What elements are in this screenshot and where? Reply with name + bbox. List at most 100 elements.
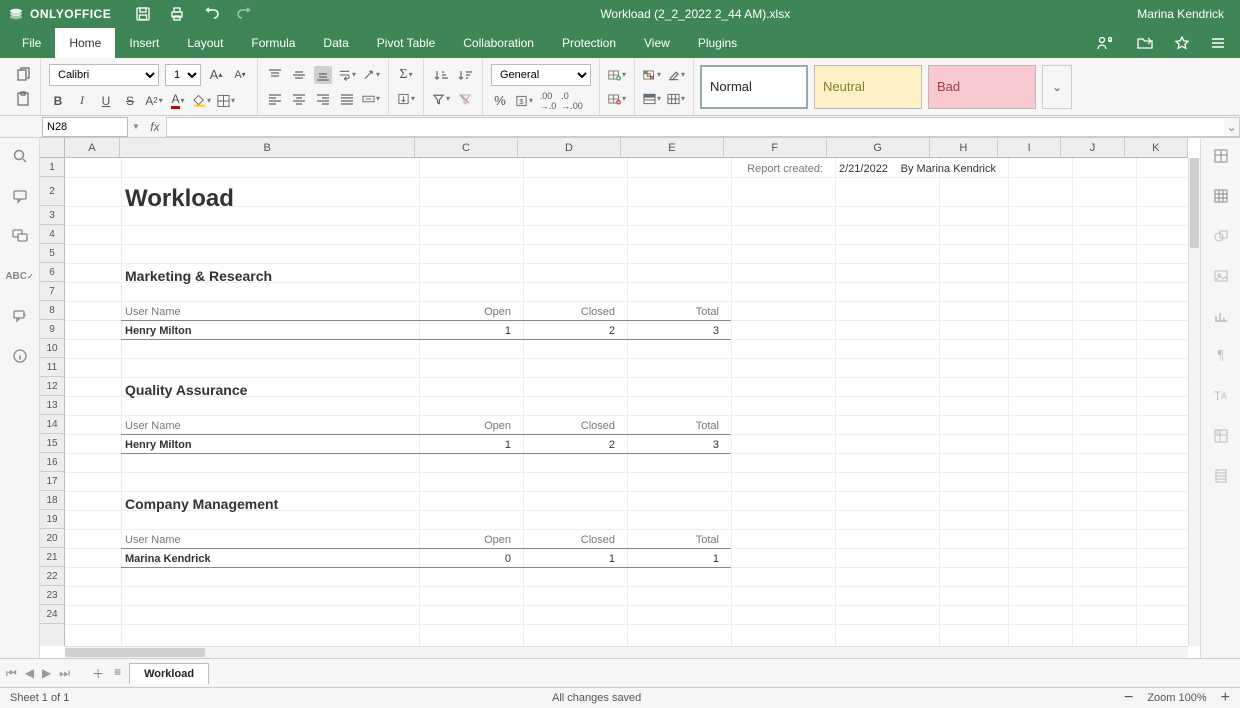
- align-left-icon[interactable]: [266, 90, 284, 108]
- row-header-10[interactable]: 10: [40, 339, 64, 358]
- merge-icon[interactable]: [362, 90, 380, 108]
- last-sheet-icon[interactable]: ⏭: [59, 666, 70, 681]
- menu-tab-data[interactable]: Data: [309, 28, 362, 58]
- style-neutral[interactable]: Neutral: [814, 65, 922, 109]
- increase-decimal-icon[interactable]: .0→.00: [563, 92, 581, 110]
- percent-icon[interactable]: %: [491, 92, 509, 110]
- spellcheck-icon[interactable]: ABC✓: [10, 266, 30, 286]
- filter-icon[interactable]: [432, 90, 450, 108]
- underline-icon[interactable]: U: [97, 92, 115, 110]
- wrap-text-icon[interactable]: [338, 66, 356, 84]
- chart-settings-icon[interactable]: [1211, 306, 1231, 326]
- row-header-19[interactable]: 19: [40, 510, 64, 529]
- font-family-select[interactable]: Calibri: [49, 64, 159, 86]
- menu-tab-protection[interactable]: Protection: [548, 28, 630, 58]
- menu-tab-pivot-table[interactable]: Pivot Table: [363, 28, 449, 58]
- row-header-24[interactable]: 24: [40, 605, 64, 624]
- select-all-corner[interactable]: [40, 138, 65, 157]
- prev-sheet-icon[interactable]: ◀: [25, 666, 34, 681]
- align-top-icon[interactable]: [266, 66, 284, 84]
- col-header-I[interactable]: I: [998, 138, 1061, 157]
- col-header-B[interactable]: B: [120, 138, 415, 157]
- menu-icon[interactable]: [1210, 35, 1226, 51]
- row-header-3[interactable]: 3: [40, 206, 64, 225]
- sheet-tab-workload[interactable]: Workload: [129, 663, 209, 684]
- name-box-dropdown-icon[interactable]: ▼: [128, 122, 144, 131]
- col-header-E[interactable]: E: [621, 138, 724, 157]
- clear-filter-icon[interactable]: [456, 90, 474, 108]
- open-location-icon[interactable]: [1136, 35, 1154, 51]
- clear-icon[interactable]: [667, 66, 685, 84]
- undo-icon[interactable]: [203, 6, 219, 22]
- menu-tab-plugins[interactable]: Plugins: [684, 28, 751, 58]
- row-header-1[interactable]: 1: [40, 158, 64, 177]
- col-header-C[interactable]: C: [415, 138, 518, 157]
- menu-tab-insert[interactable]: Insert: [115, 28, 173, 58]
- row-header-4[interactable]: 4: [40, 225, 64, 244]
- accounting-icon[interactable]: $: [515, 92, 533, 110]
- textart-settings-icon[interactable]: TA: [1211, 386, 1231, 406]
- comments-icon[interactable]: [10, 186, 30, 206]
- user-name[interactable]: Marina Kendrick: [1137, 7, 1224, 21]
- add-sheet-icon[interactable]: ＋: [92, 665, 104, 682]
- conditional-format-icon[interactable]: [643, 66, 661, 84]
- fill-icon[interactable]: [397, 90, 415, 108]
- horizontal-scrollbar[interactable]: [65, 646, 1188, 658]
- menu-tab-home[interactable]: Home: [55, 28, 115, 58]
- row-header-17[interactable]: 17: [40, 472, 64, 491]
- style-normal[interactable]: Normal: [700, 65, 808, 109]
- row-header-15[interactable]: 15: [40, 434, 64, 453]
- italic-icon[interactable]: I: [73, 92, 91, 110]
- row-header-18[interactable]: 18: [40, 491, 64, 510]
- col-header-A[interactable]: A: [65, 138, 120, 157]
- style-bad[interactable]: Bad: [928, 65, 1036, 109]
- menu-tab-formula[interactable]: Formula: [237, 28, 309, 58]
- formula-input[interactable]: [166, 117, 1224, 137]
- pivot-settings-icon[interactable]: [1211, 426, 1231, 446]
- feedback-icon[interactable]: [10, 306, 30, 326]
- strikethrough-icon[interactable]: S: [121, 92, 139, 110]
- image-settings-icon[interactable]: [1211, 266, 1231, 286]
- vertical-scrollbar[interactable]: [1188, 158, 1200, 646]
- zoom-out-icon[interactable]: −: [1124, 689, 1133, 707]
- about-icon[interactable]: [10, 346, 30, 366]
- chat-icon[interactable]: [10, 226, 30, 246]
- sort-asc-icon[interactable]: [432, 66, 450, 84]
- col-header-K[interactable]: K: [1125, 138, 1188, 157]
- row-header-2[interactable]: 2: [40, 177, 64, 206]
- cell-format-icon[interactable]: [667, 90, 685, 108]
- row-header-12[interactable]: 12: [40, 377, 64, 396]
- borders-icon[interactable]: [217, 92, 235, 110]
- align-center-icon[interactable]: [290, 90, 308, 108]
- decrease-decimal-icon[interactable]: .00→.0: [539, 92, 557, 110]
- row-header-9[interactable]: 9: [40, 320, 64, 339]
- redo-icon[interactable]: [237, 6, 253, 22]
- row-header-7[interactable]: 7: [40, 282, 64, 301]
- paste-icon[interactable]: [14, 90, 32, 108]
- delete-cells-icon[interactable]: [608, 90, 626, 108]
- bold-icon[interactable]: B: [49, 92, 67, 110]
- col-header-F[interactable]: F: [724, 138, 827, 157]
- table-settings-icon[interactable]: [1211, 186, 1231, 206]
- font-size-select[interactable]: 11: [165, 64, 201, 86]
- spreadsheet-area[interactable]: ABCDEFGHIJK 1234567891011121314151617181…: [40, 138, 1200, 658]
- print-icon[interactable]: [169, 6, 185, 22]
- menu-tab-layout[interactable]: Layout: [173, 28, 237, 58]
- row-header-16[interactable]: 16: [40, 453, 64, 472]
- row-header-13[interactable]: 13: [40, 396, 64, 415]
- name-box[interactable]: [42, 117, 128, 137]
- style-expand-icon[interactable]: ⌄: [1042, 65, 1072, 109]
- save-icon[interactable]: [135, 6, 151, 22]
- paragraph-settings-icon[interactable]: ¶: [1211, 346, 1231, 366]
- col-header-J[interactable]: J: [1061, 138, 1124, 157]
- zoom-in-icon[interactable]: +: [1221, 689, 1230, 707]
- col-header-G[interactable]: G: [827, 138, 930, 157]
- row-header-11[interactable]: 11: [40, 358, 64, 377]
- insert-cells-icon[interactable]: [608, 66, 626, 84]
- orientation-icon[interactable]: [362, 66, 380, 84]
- row-header-21[interactable]: 21: [40, 548, 64, 567]
- sheet-list-icon[interactable]: ≡: [114, 665, 121, 682]
- formula-expand-icon[interactable]: ⌄: [1224, 117, 1240, 137]
- menu-tab-file[interactable]: File: [8, 28, 55, 58]
- first-sheet-icon[interactable]: ⏮: [6, 666, 17, 681]
